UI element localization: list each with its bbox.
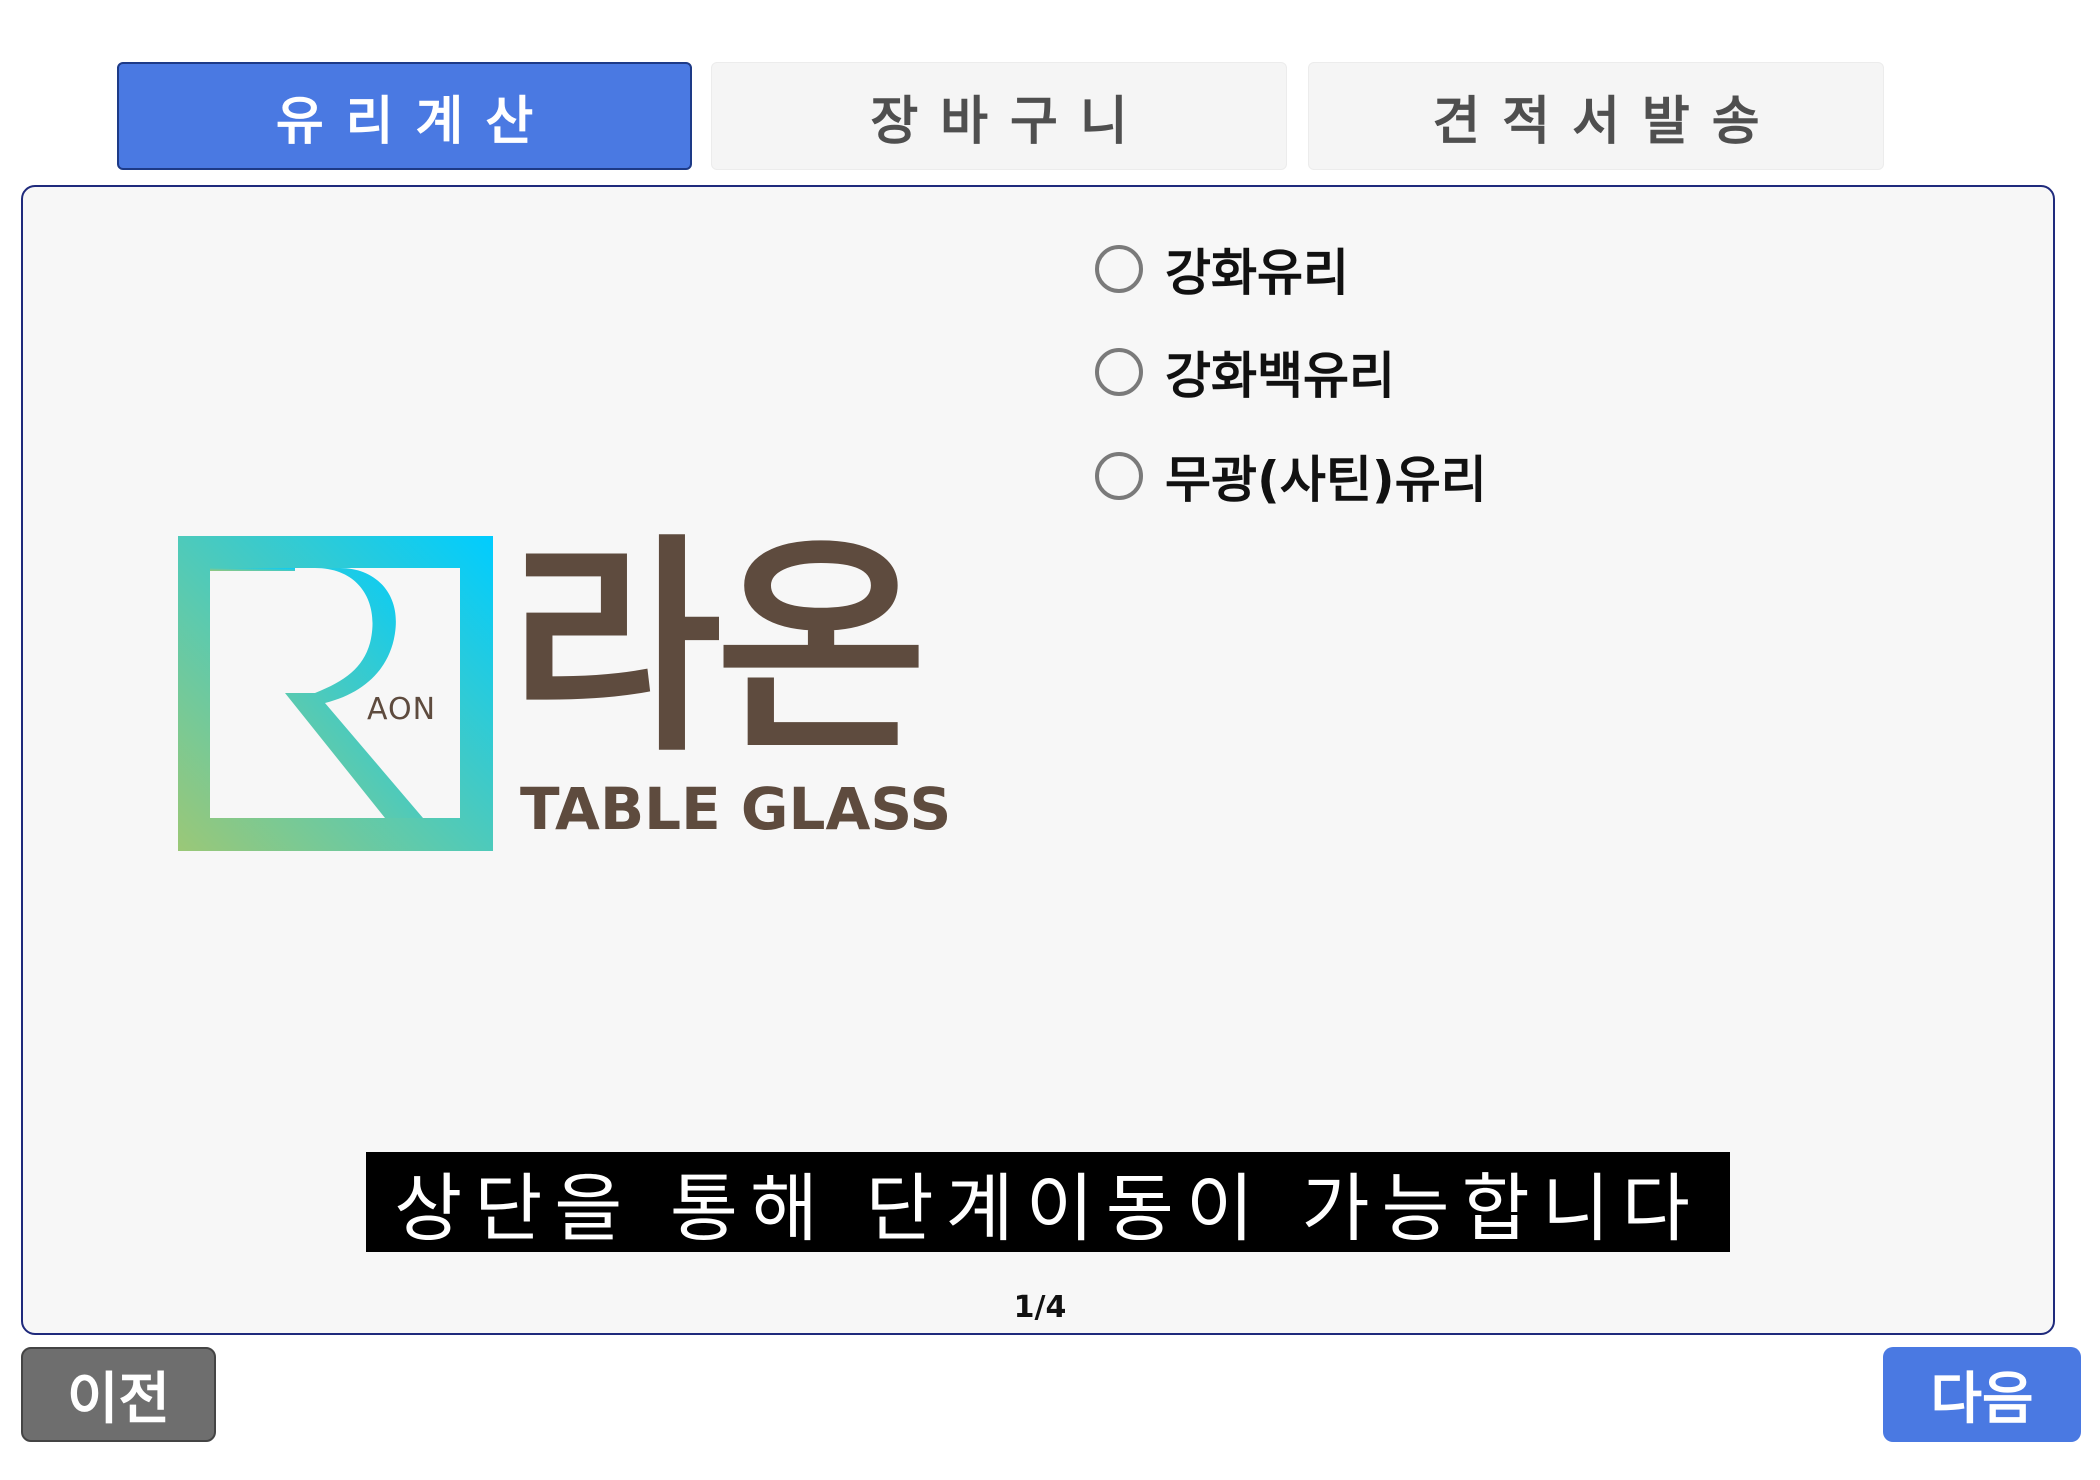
- logo-subtitle: TABLE GLASS: [520, 775, 952, 843]
- radio-label: 강화유리: [1165, 244, 1349, 302]
- logo-brand-name: 라온: [510, 516, 927, 783]
- tab-send-quote[interactable]: 견적서발송: [1308, 62, 1884, 170]
- radio-label: 무광(사틴)유리: [1165, 451, 1487, 509]
- tab-label: 장바구니: [870, 91, 1150, 152]
- radio-option-satin-glass[interactable]: 무광(사틴)유리: [1095, 440, 1487, 512]
- instruction-banner: 상단을 통해 단계이동이 가능합니다: [366, 1152, 1730, 1252]
- previous-button-label: 이전: [66, 1367, 171, 1432]
- tab-label: 견적서발송: [1432, 91, 1782, 152]
- next-button-label: 다음: [1930, 1367, 2034, 1432]
- page-indicator: 1/4: [1013, 1290, 1067, 1325]
- radio-button[interactable]: [1095, 245, 1143, 293]
- radio-button[interactable]: [1095, 348, 1143, 396]
- previous-button[interactable]: 이전: [21, 1347, 216, 1442]
- radio-option-tempered-white-glass[interactable]: 강화백유리: [1095, 336, 1395, 408]
- next-button[interactable]: 다음: [1883, 1347, 2081, 1442]
- raon-logo-mark: AON: [178, 536, 493, 851]
- radio-button[interactable]: [1095, 452, 1143, 500]
- tab-glass-calculation[interactable]: 유리계산: [117, 62, 692, 170]
- radio-option-tempered-glass[interactable]: 강화유리: [1095, 233, 1349, 305]
- logo-mark-text: AON: [367, 692, 436, 727]
- tab-cart[interactable]: 장바구니: [711, 62, 1287, 170]
- tab-label: 유리계산: [275, 91, 556, 152]
- radio-label: 강화백유리: [1165, 347, 1395, 405]
